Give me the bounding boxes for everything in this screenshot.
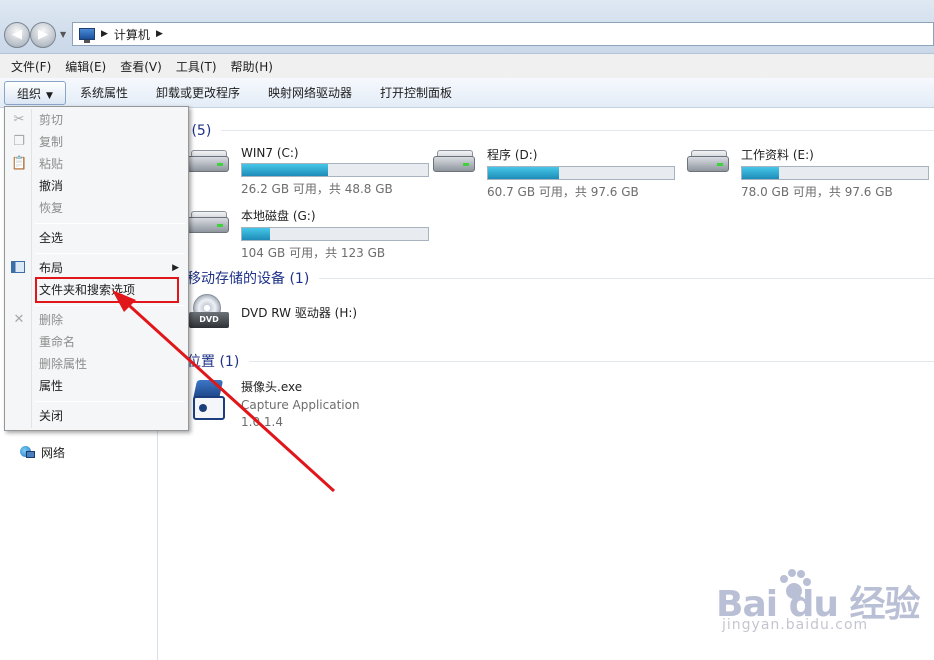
usage-bar [487,166,675,180]
menu-item-remove-properties[interactable]: 删除属性 [5,353,188,375]
menu-item-copy[interactable]: ❐ 复制 [5,131,188,153]
map-network-drive-button[interactable]: 映射网络驱动器 [254,81,366,105]
menu-view[interactable]: 查看(V) [113,58,169,75]
organize-label: 组织 [17,86,42,101]
menu-item-cut[interactable]: ✂ 剪切 [5,109,188,131]
computer-icon [79,28,95,43]
menu-separator [35,253,185,254]
menu-item-undo[interactable]: 撤消 [5,175,188,197]
breadcrumb-computer[interactable]: 计算机 [114,26,150,43]
app-name: 摄像头.exe [241,380,303,394]
usage-bar [241,227,429,241]
drive-g[interactable]: 本地磁盘 (G:) 104 GB 可用，共 123 GB [185,207,429,261]
hard-drive-icon [431,146,475,180]
usage-bar [241,163,429,177]
app-version: 1.0.1.4 [241,415,283,429]
drive-c[interactable]: WIN7 (C:) 26.2 GB 可用，共 48.8 GB [185,146,429,197]
forward-arrow-icon: ▶ [38,27,48,42]
menu-item-redo[interactable]: 恢复 [5,197,188,219]
baidu-watermark: Bai du 经验 jingyan.baidu.com [716,565,926,640]
title-bar: ◀ ▶ ▼ ▶ 计算机 ▶ [0,0,934,54]
menu-file[interactable]: 文件(F) [4,58,58,75]
menu-bar: 文件(F) 编辑(E) 查看(V) 工具(T) 帮助(H) [0,54,934,78]
free-space: 26.2 GB 可用，共 48.8 GB [241,182,393,196]
scissors-icon: ✂ [13,112,25,127]
nav-item-network[interactable]: 网络 [20,444,65,461]
system-properties-button[interactable]: 系统属性 [66,81,142,105]
network-icon [20,445,35,460]
drive-d[interactable]: 程序 (D:) 60.7 GB 可用，共 97.6 GB [431,146,675,200]
drive-name: WIN7 (C:) [241,146,299,160]
menu-item-rename[interactable]: 重命名 [5,331,188,353]
menu-item-select-all[interactable]: 全选 [5,227,188,249]
forward-button[interactable]: ▶ [30,22,56,48]
menu-item-delete[interactable]: ✕ 删除 [5,309,188,331]
breadcrumb-separator-icon[interactable]: ▶ [156,29,163,39]
command-bar: 组织 ▼ 系统属性 卸载或更改程序 映射网络驱动器 打开控制面板 [0,78,934,108]
group-header-removable[interactable]: 有可移动存储的设备 (1) [159,268,934,288]
free-space: 104 GB 可用，共 123 GB [241,246,386,260]
camera-app-icon [189,378,229,422]
organize-button[interactable]: 组织 ▼ [4,80,66,105]
drive-name: 工作资料 (E:) [741,148,814,162]
menu-separator [35,223,185,224]
layout-icon [11,261,25,273]
group-header-network[interactable]: 网络位置 (1) [159,351,934,371]
menu-separator [35,305,185,306]
back-arrow-icon: ◀ [12,27,22,42]
menu-item-layout[interactable]: 布局 ▶ [5,257,188,279]
hard-drive-icon [185,146,229,180]
drive-name: 程序 (D:) [487,148,538,162]
menu-help[interactable]: 帮助(H) [224,58,280,75]
app-description: Capture Application [241,398,360,412]
group-header-hdd[interactable]: 硬盘 (5) [159,120,934,140]
delete-x-icon: ✕ [13,312,25,327]
drive-h-dvd[interactable]: DVD DVD RW 驱动器 (H:) [189,294,357,334]
annotation-highlight-box [35,277,179,303]
menu-item-paste[interactable]: 📋 粘贴 [5,153,188,175]
free-space: 60.7 GB 可用，共 97.6 GB [487,185,639,199]
drive-name: 本地磁盘 (G:) [241,209,316,223]
menu-tools[interactable]: 工具(T) [169,58,224,75]
hard-drive-icon [685,146,729,180]
copy-icon: ❐ [13,134,25,149]
menu-item-properties[interactable]: 属性 [5,375,188,397]
drive-e[interactable]: 工作资料 (E:) 78.0 GB 可用，共 97.6 GB [685,146,929,200]
back-button[interactable]: ◀ [4,22,30,48]
clipboard-icon: 📋 [11,156,28,171]
usage-bar [741,166,929,180]
chevron-down-icon: ▼ [46,90,53,101]
drive-name: DVD RW 驱动器 (H:) [241,306,358,320]
menu-item-close[interactable]: 关闭 [5,405,188,427]
uninstall-program-button[interactable]: 卸载或更改程序 [142,81,254,105]
submenu-arrow-icon: ▶ [172,263,179,273]
dvd-drive-icon: DVD [189,294,229,334]
breadcrumb-separator-icon[interactable]: ▶ [101,29,108,39]
address-bar[interactable]: ▶ 计算机 ▶ [72,22,934,46]
paw-icon [780,569,811,599]
open-control-panel-button[interactable]: 打开控制面板 [366,81,466,105]
menu-edit[interactable]: 编辑(E) [58,58,113,75]
organize-menu: ✂ 剪切 ❐ 复制 📋 粘贴 撤消 恢复 全选 布局 ▶ 文件夹和搜索选项 ✕ 删除 重… [4,106,189,431]
free-space: 78.0 GB 可用，共 97.6 GB [741,185,893,199]
menu-separator [35,401,185,402]
hard-drive-icon [185,207,229,241]
watermark-url: jingyan.baidu.com [722,617,869,633]
history-dropdown-icon[interactable]: ▼ [60,30,66,39]
nav-item-label: 网络 [41,446,66,460]
network-app-camera[interactable]: 摄像头.exe Capture Application 1.0.1.4 [189,378,360,432]
